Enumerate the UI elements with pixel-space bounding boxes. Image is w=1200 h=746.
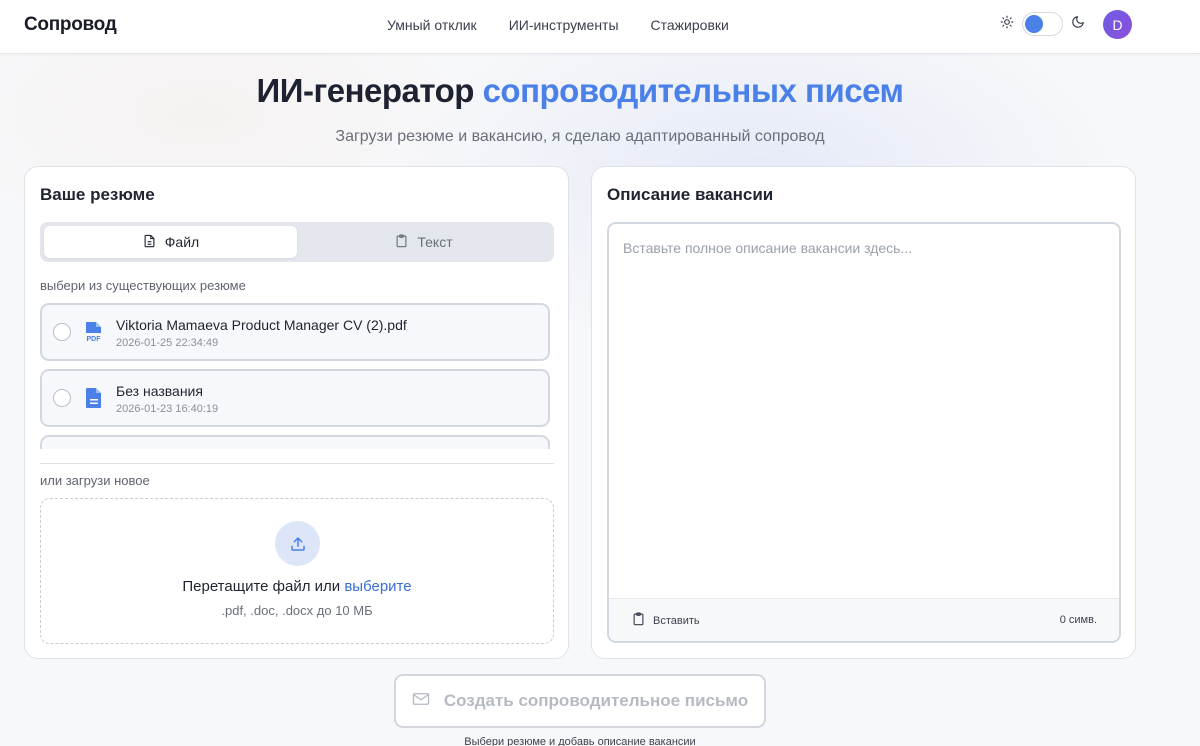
resume-card-title: Ваше резюме <box>40 185 155 204</box>
resume-item-partial[interactable] <box>40 435 550 449</box>
nav-internships[interactable]: Стажировки <box>651 17 729 33</box>
vacancy-input-footer: Вставить 0 симв. <box>609 598 1119 641</box>
paste-button[interactable]: Вставить <box>631 611 700 630</box>
main-nav: Умный отклик ИИ-инструменты Стажировки <box>387 17 729 33</box>
sun-icon <box>1000 15 1014 34</box>
user-avatar[interactable]: D <box>1103 10 1132 39</box>
theme-switcher <box>1000 12 1085 36</box>
resume-name: Viktoria Mamaeva Product Manager CV (2).… <box>116 317 407 333</box>
page-subtitle: Загрузи резюме и вакансию, я сделаю адап… <box>335 128 825 145</box>
generate-letter-button[interactable]: Создать сопроводительное письмо <box>394 674 766 728</box>
section-divider <box>40 463 554 464</box>
file-icon <box>142 233 157 252</box>
tab-text-label: Текст <box>417 234 453 250</box>
resume-source-tabs: Файл Текст <box>40 222 554 262</box>
page-title-main: ИИ-генератор <box>256 72 483 109</box>
char-count: 0 симв. <box>1059 614 1097 626</box>
vacancy-card: Описание вакансии Вставить 0 симв. <box>591 166 1136 659</box>
pdf-file-icon: PDF <box>84 321 104 343</box>
nav-smart-response[interactable]: Умный отклик <box>387 17 477 33</box>
existing-resumes-label: выбери из существующих резюме <box>40 278 246 293</box>
app-logo[interactable]: Сопровод <box>24 14 117 36</box>
resume-radio[interactable] <box>53 323 71 341</box>
drop-text: Перетащите файл или <box>182 578 345 595</box>
tab-file[interactable]: Файл <box>44 226 297 258</box>
vacancy-description-input[interactable] <box>609 224 1119 598</box>
vacancy-card-title: Описание вакансии <box>607 185 774 204</box>
resume-date: 2026-01-23 16:40:19 <box>116 403 219 415</box>
tab-file-label: Файл <box>164 234 200 250</box>
paste-button-label: Вставить <box>653 614 700 627</box>
page-title-accent: сопроводительных писем <box>482 72 904 109</box>
toggle-knob <box>1025 15 1043 33</box>
moon-icon <box>1071 15 1085 34</box>
document-icon <box>84 387 104 409</box>
mail-icon <box>412 691 430 711</box>
resume-item[interactable]: Без названия 2026-01-23 16:40:19 <box>40 369 550 427</box>
resume-item[interactable]: PDF Viktoria Mamaeva Product Manager CV … <box>40 303 550 361</box>
drop-instruction: Перетащите файл или выберите <box>41 578 553 595</box>
theme-toggle[interactable] <box>1022 12 1063 36</box>
upload-new-label: или загрузи новое <box>40 473 150 488</box>
generate-letter-label: Создать сопроводительное письмо <box>443 691 749 710</box>
choose-file-link[interactable]: выберите <box>344 578 411 595</box>
resume-radio[interactable] <box>53 389 71 407</box>
resume-date: 2026-01-25 22:34:49 <box>116 337 219 349</box>
upload-icon <box>275 521 320 566</box>
resume-name: Без названия <box>116 383 203 399</box>
file-dropzone[interactable]: Перетащите файл или выберите .pdf, .doc,… <box>40 498 554 644</box>
clipboard-icon <box>394 233 409 252</box>
clipboard-icon <box>631 611 646 630</box>
top-navbar: Сопровод Умный отклик ИИ-инструменты Ста… <box>0 0 1200 54</box>
page-title: ИИ-генератор сопроводительных писем <box>0 72 1160 110</box>
nav-ai-tools[interactable]: ИИ-инструменты <box>509 17 619 33</box>
resume-list[interactable]: PDF Viktoria Mamaeva Product Manager CV … <box>40 303 554 449</box>
resume-card: Ваше резюме Файл Текст выбери из существ… <box>24 166 569 659</box>
tab-text[interactable]: Текст <box>297 226 550 258</box>
pdf-badge-text: PDF <box>87 336 102 343</box>
submit-hint: Выбери резюме и добавь описание вакансии <box>464 736 696 746</box>
vacancy-input-wrap: Вставить 0 симв. <box>607 222 1121 643</box>
file-format-hint: .pdf, .doc, .docx до 10 МБ <box>221 603 373 618</box>
